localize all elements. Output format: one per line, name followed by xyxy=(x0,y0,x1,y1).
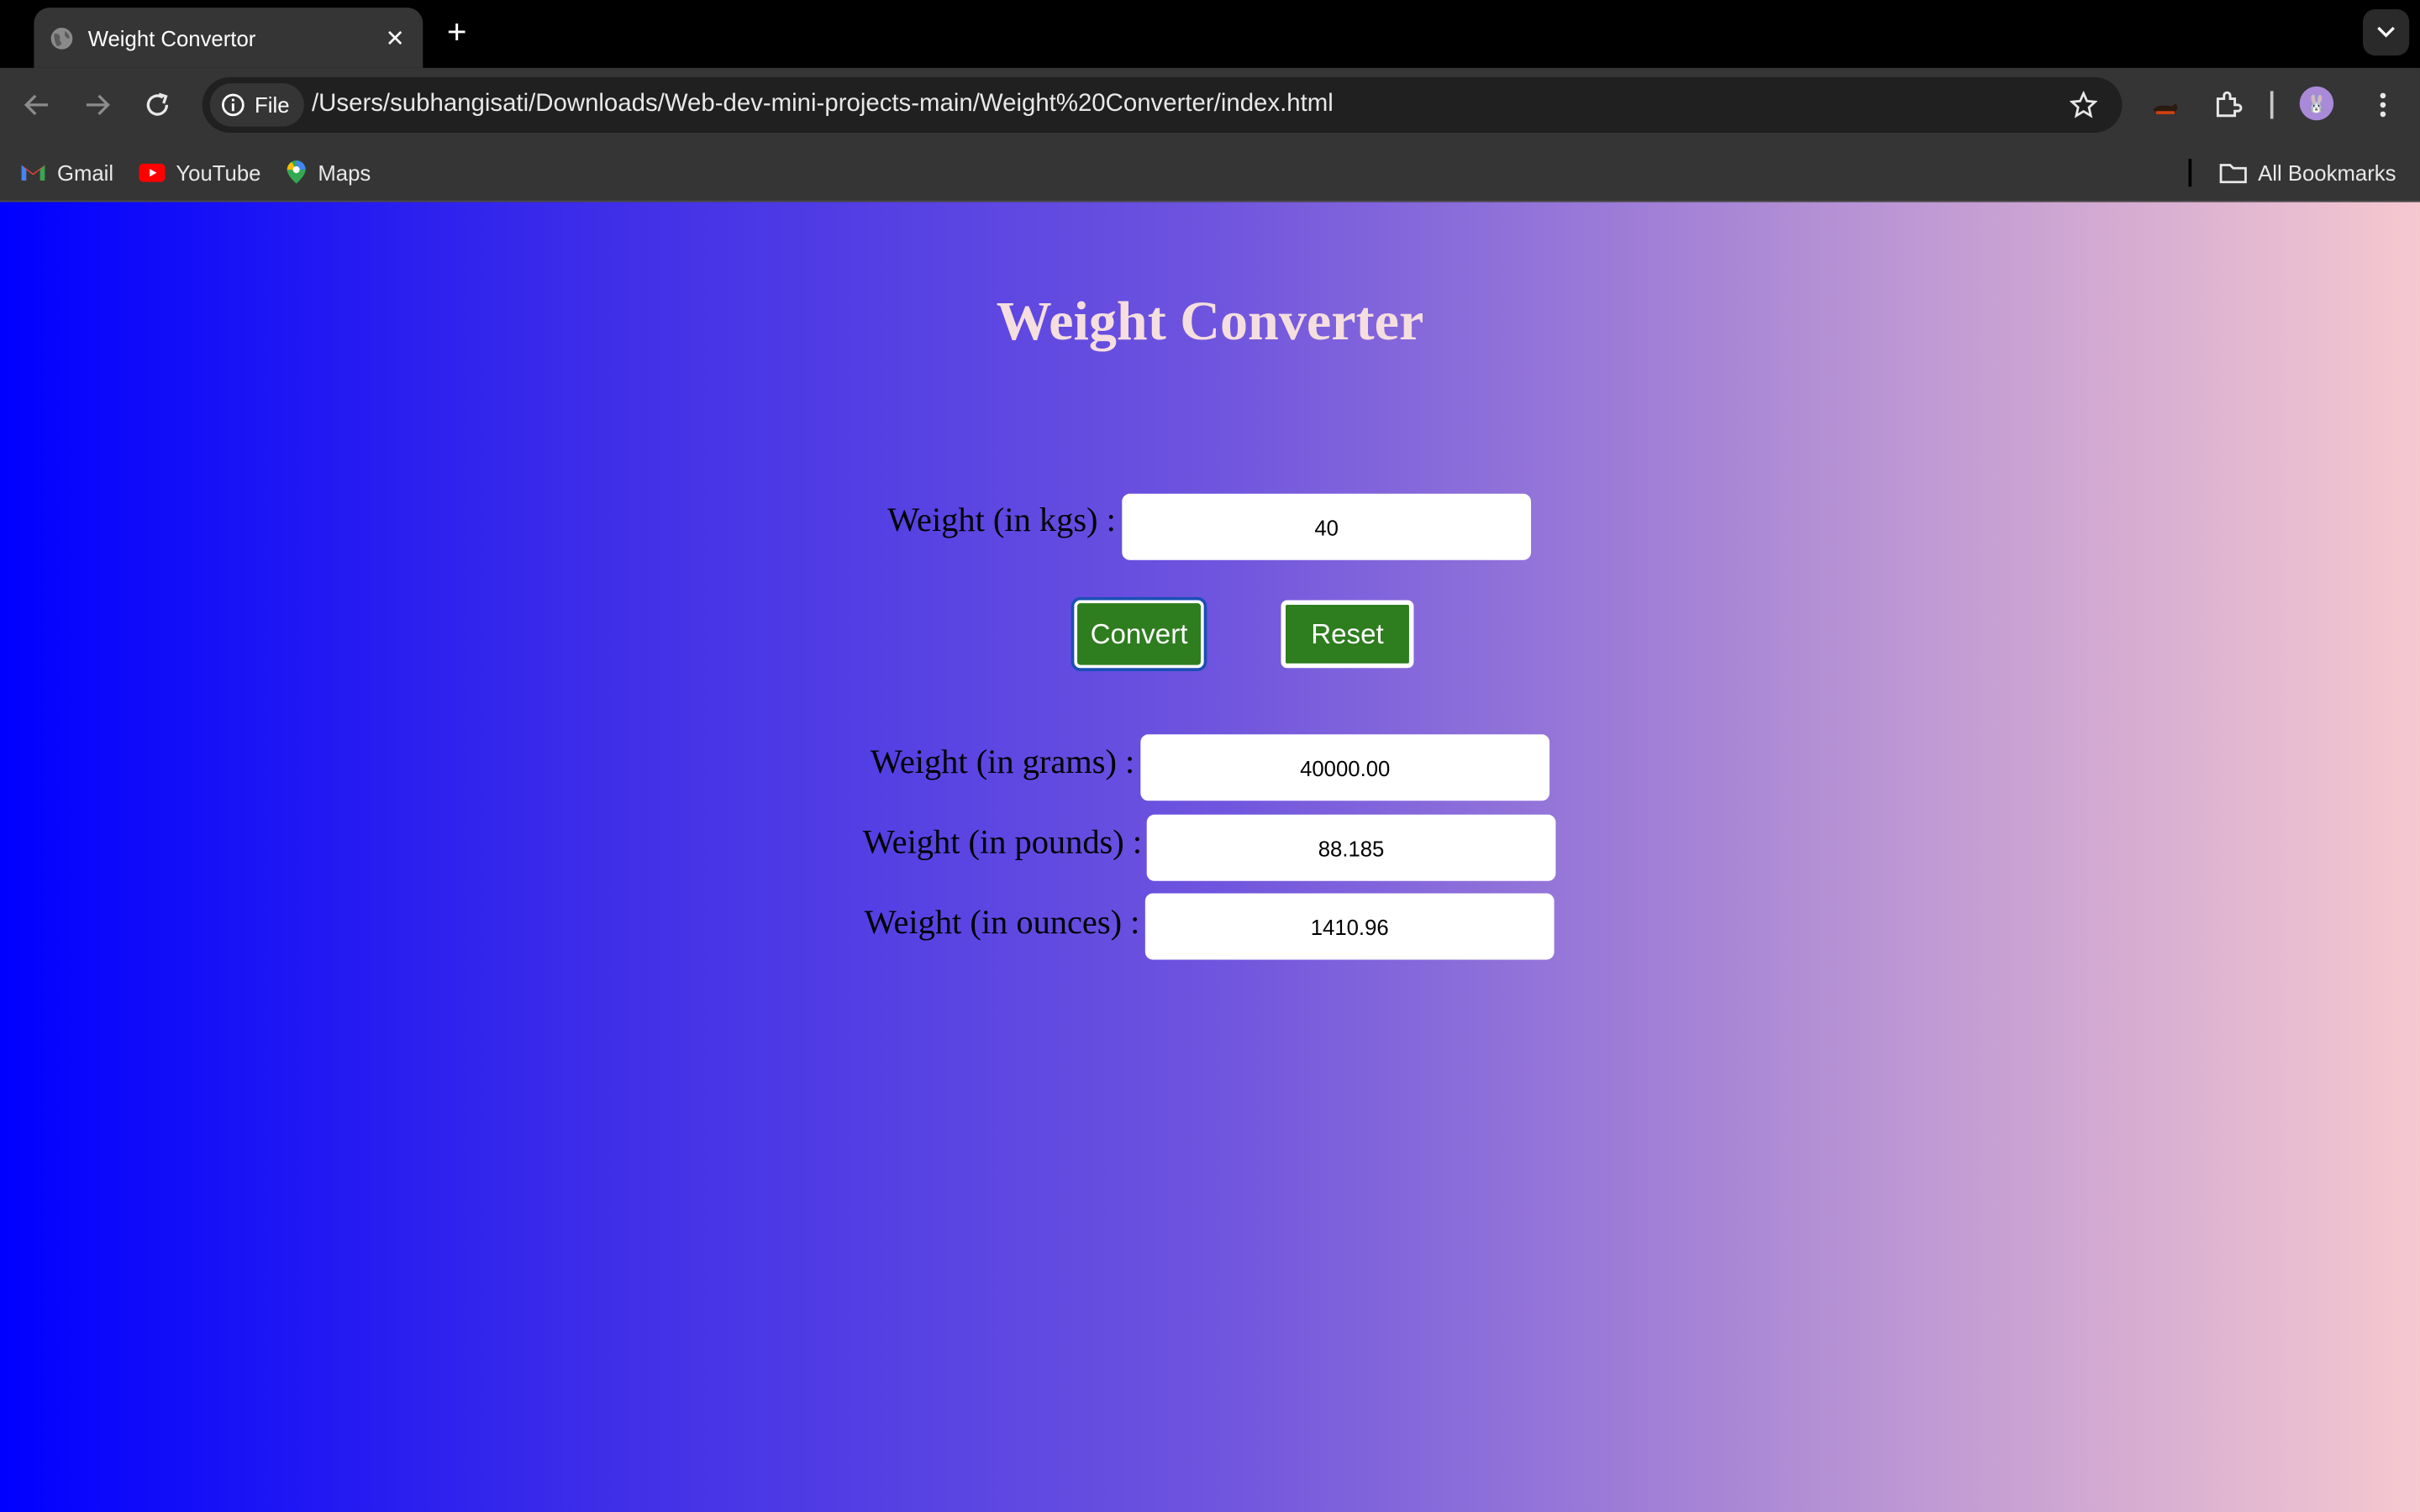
tab-search-button[interactable] xyxy=(2363,9,2410,56)
ounces-output[interactable] xyxy=(1144,893,1555,960)
folder-icon xyxy=(2219,161,2247,183)
bookmarks-divider xyxy=(2188,159,2192,187)
back-button[interactable] xyxy=(18,87,55,123)
toolbar-divider xyxy=(2270,91,2274,119)
reset-button[interactable]: Reset xyxy=(1281,600,1414,669)
page-title: Weight Converter xyxy=(996,290,1424,352)
browser-tab[interactable]: Weight Convertor ✕ xyxy=(34,8,424,68)
close-tab-icon[interactable]: ✕ xyxy=(376,19,413,56)
bookmark-star-icon[interactable] xyxy=(2070,91,2098,118)
info-icon xyxy=(222,93,245,117)
bookmark-maps[interactable]: Maps xyxy=(286,142,371,202)
browser-window: Weight Convertor ✕ + File /Users/subhang… xyxy=(0,0,2420,1512)
new-tab-button[interactable]: + xyxy=(439,14,476,52)
page-content: Weight Converter Weight (in kgs) : Conve… xyxy=(0,202,2420,1512)
kg-input[interactable] xyxy=(1122,493,1532,560)
grams-label: Weight (in grams) : xyxy=(870,742,1135,781)
bookmark-gmail[interactable]: Gmail xyxy=(20,142,113,202)
pounds-output[interactable] xyxy=(1146,814,1556,881)
bookmark-label: Gmail xyxy=(56,160,114,185)
maps-icon xyxy=(286,159,308,185)
site-info-chip[interactable]: File xyxy=(209,83,304,127)
site-info-label: File xyxy=(255,92,290,118)
tab-strip: Weight Convertor ✕ + xyxy=(0,0,2420,68)
profile-avatar[interactable]: 🐰 xyxy=(2299,86,2334,121)
globe-icon xyxy=(50,27,73,49)
gmail-icon xyxy=(20,162,46,182)
forward-arrow-icon xyxy=(86,94,110,116)
youtube-icon xyxy=(139,162,166,181)
all-bookmarks-label: All Bookmarks xyxy=(2258,160,2396,185)
ounces-label: Weight (in ounces) : xyxy=(864,902,1140,942)
bookmarks-bar: Gmail YouTube Maps All Bookmarks xyxy=(0,141,2420,202)
forward-button[interactable] xyxy=(79,87,116,123)
tab-title: Weight Convertor xyxy=(87,25,256,50)
address-bar[interactable]: File /Users/subhangisati/Downloads/Web-d… xyxy=(202,76,2123,133)
bookmark-label: Maps xyxy=(318,160,371,185)
chevron-down-icon xyxy=(2377,26,2395,38)
bookmark-label: YouTube xyxy=(176,160,261,185)
reload-icon xyxy=(146,92,169,116)
reload-button[interactable] xyxy=(139,87,176,123)
extensions-puzzle-icon[interactable] xyxy=(2208,87,2245,123)
pounds-label: Weight (in pounds) : xyxy=(862,822,1143,861)
menu-kebab-icon[interactable] xyxy=(2365,87,2402,123)
grams-output[interactable] xyxy=(1140,734,1550,801)
kg-label: Weight (in kgs) : xyxy=(887,500,1116,539)
browser-toolbar: File /Users/subhangisati/Downloads/Web-d… xyxy=(0,67,2420,142)
extension-cat-icon[interactable] xyxy=(2147,87,2184,123)
convert-button[interactable]: Convert xyxy=(1074,600,1204,669)
back-arrow-icon xyxy=(24,94,48,116)
all-bookmarks-button[interactable]: All Bookmarks xyxy=(2219,142,2396,202)
url-text[interactable]: /Users/subhangisati/Downloads/Web-dev-mi… xyxy=(312,77,1334,133)
bookmark-youtube[interactable]: YouTube xyxy=(139,142,260,202)
